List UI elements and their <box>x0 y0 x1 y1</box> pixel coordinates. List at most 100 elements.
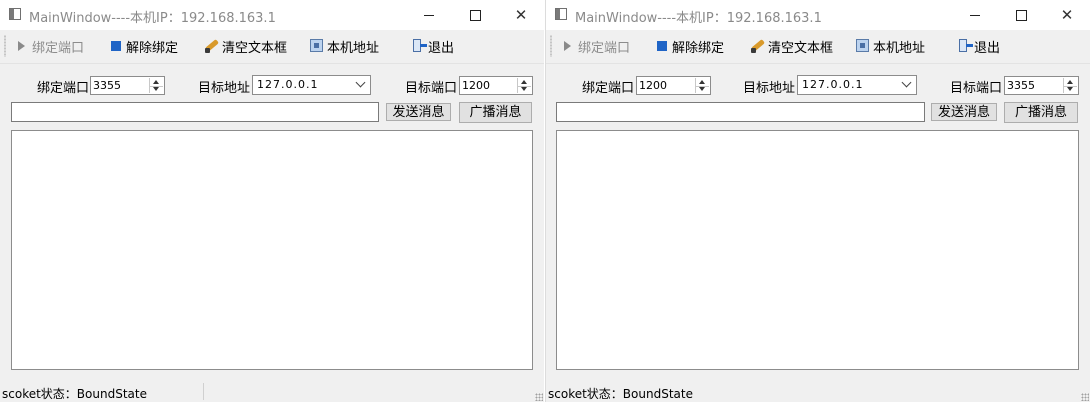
minimize-button[interactable] <box>406 0 452 30</box>
maximize-icon <box>1015 10 1027 21</box>
exit-action[interactable]: 退出 <box>956 36 1000 56</box>
target-address-value: 127.0.0.1 <box>257 78 319 91</box>
minimize-button[interactable] <box>952 0 998 30</box>
spin-up-icon[interactable] <box>699 80 705 84</box>
chevron-down-icon <box>355 77 366 88</box>
status-divider <box>203 383 204 400</box>
socket-status: scoket状态：BoundState <box>548 387 693 401</box>
target-address-label: 目标地址 <box>198 81 251 96</box>
bind-port-spinbox[interactable]: 3355 <box>90 76 165 95</box>
target-address-combo[interactable]: 127.0.0.1 <box>797 75 917 95</box>
bind-port-label: 绑定端口 <box>582 81 635 96</box>
unbind-action-label: 解除绑定 <box>672 40 725 56</box>
send-message-button[interactable]: 发送消息 <box>386 103 451 121</box>
target-port-label: 目标端口 <box>405 81 458 96</box>
target-address-combo[interactable]: 127.0.0.1 <box>252 75 371 95</box>
target-port-spinbox[interactable]: 3355 <box>1004 76 1079 95</box>
bind-port-value: 1200 <box>639 79 667 92</box>
send-message-button[interactable]: 发送消息 <box>931 103 997 121</box>
toolbar-divider <box>546 63 1090 64</box>
message-input[interactable] <box>11 102 379 122</box>
minimize-icon <box>424 15 434 16</box>
target-address-value: 127.0.0.1 <box>802 78 864 91</box>
target-port-spinbox[interactable]: 1200 <box>459 76 533 95</box>
window-title: MainWindow----本机IP：192.168.163.1 <box>575 11 822 26</box>
spin-up-icon[interactable] <box>153 80 159 84</box>
bind-port-label: 绑定端口 <box>37 81 90 96</box>
unbind-action[interactable]: 解除绑定 <box>654 36 724 56</box>
spin-up-icon[interactable] <box>521 80 527 84</box>
local-address-action-label: 本机地址 <box>873 40 926 56</box>
clear-text-action[interactable]: 清空文本框 <box>204 36 287 56</box>
clear-text-action-label: 清空文本框 <box>768 40 834 56</box>
bind-port-value: 3355 <box>93 79 121 92</box>
toolbar-grip[interactable] <box>550 35 552 57</box>
target-port-label: 目标端口 <box>950 81 1003 96</box>
target-port-value: 1200 <box>462 79 490 92</box>
exit-action[interactable]: 退出 <box>410 36 454 56</box>
spin-down-icon[interactable] <box>521 87 527 91</box>
network-icon <box>855 38 871 54</box>
play-triangle-icon <box>14 38 30 54</box>
clear-text-action-label: 清空文本框 <box>222 40 288 56</box>
spin-down-icon[interactable] <box>699 87 705 91</box>
bind-port-action[interactable]: 绑定端口 <box>560 36 630 56</box>
resize-grip-icon[interactable] <box>1081 393 1089 401</box>
maximize-icon <box>469 10 481 21</box>
spin-down-icon[interactable] <box>1067 87 1073 91</box>
chevron-down-icon <box>901 77 912 88</box>
bind-port-action-label: 绑定端口 <box>578 40 631 56</box>
status-bar: scoket状态：BoundState <box>0 381 544 402</box>
main-window-2: MainWindow----本机IP：192.168.163.1 ✕ 绑定端口 … <box>545 0 1090 402</box>
stop-square-icon <box>108 38 124 54</box>
maximize-button[interactable] <box>998 0 1044 30</box>
bind-port-spinbox[interactable]: 1200 <box>636 76 711 95</box>
spin-down-icon[interactable] <box>153 87 159 91</box>
bind-port-action[interactable]: 绑定端口 <box>14 36 84 56</box>
title-bar[interactable]: MainWindow----本机IP：192.168.163.1 ✕ <box>546 0 1090 30</box>
unbind-action[interactable]: 解除绑定 <box>108 36 178 56</box>
spin-arrows[interactable] <box>149 78 163 93</box>
message-log-textarea[interactable] <box>11 130 533 370</box>
broom-icon <box>750 38 766 54</box>
message-input[interactable] <box>556 102 925 122</box>
socket-status: scoket状态：BoundState <box>2 387 147 401</box>
spin-arrows[interactable] <box>695 78 709 93</box>
local-address-action-label: 本机地址 <box>327 40 380 56</box>
broadcast-message-button[interactable]: 广播消息 <box>459 102 532 123</box>
spin-up-icon[interactable] <box>1067 80 1073 84</box>
broom-icon <box>204 38 220 54</box>
window-icon <box>9 8 21 20</box>
exit-door-icon <box>410 38 427 54</box>
exit-action-label: 退出 <box>428 40 455 56</box>
spin-arrows[interactable] <box>1063 78 1077 93</box>
toolbar: 绑定端口 解除绑定 清空文本框 本机地址 退出 <box>0 31 544 63</box>
title-bar[interactable]: MainWindow----本机IP：192.168.163.1 ✕ <box>0 0 544 30</box>
exit-door-icon <box>956 38 973 54</box>
close-button[interactable]: ✕ <box>498 0 544 30</box>
minimize-icon <box>970 15 980 16</box>
toolbar-grip[interactable] <box>4 35 6 57</box>
message-log-textarea[interactable] <box>556 130 1079 370</box>
target-address-label: 目标地址 <box>743 81 796 96</box>
window-title: MainWindow----本机IP：192.168.163.1 <box>29 11 276 26</box>
resize-grip-icon[interactable] <box>535 393 543 401</box>
maximize-button[interactable] <box>452 0 498 30</box>
unbind-action-label: 解除绑定 <box>126 40 179 56</box>
main-window-1: MainWindow----本机IP：192.168.163.1 ✕ 绑定端口 … <box>0 0 544 402</box>
play-triangle-icon <box>560 38 576 54</box>
bind-port-action-label: 绑定端口 <box>32 40 85 56</box>
network-icon <box>309 38 325 54</box>
clear-text-action[interactable]: 清空文本框 <box>750 36 833 56</box>
local-address-action[interactable]: 本机地址 <box>309 36 379 56</box>
exit-action-label: 退出 <box>974 40 1001 56</box>
close-icon: ✕ <box>1060 6 1074 24</box>
close-button[interactable]: ✕ <box>1044 0 1090 30</box>
window-icon <box>555 8 567 20</box>
close-icon: ✕ <box>514 6 528 24</box>
local-address-action[interactable]: 本机地址 <box>855 36 925 56</box>
status-bar: scoket状态：BoundState <box>546 381 1090 402</box>
spin-arrows[interactable] <box>517 78 531 93</box>
broadcast-message-button[interactable]: 广播消息 <box>1004 102 1078 123</box>
toolbar: 绑定端口 解除绑定 清空文本框 本机地址 退出 <box>546 31 1090 63</box>
